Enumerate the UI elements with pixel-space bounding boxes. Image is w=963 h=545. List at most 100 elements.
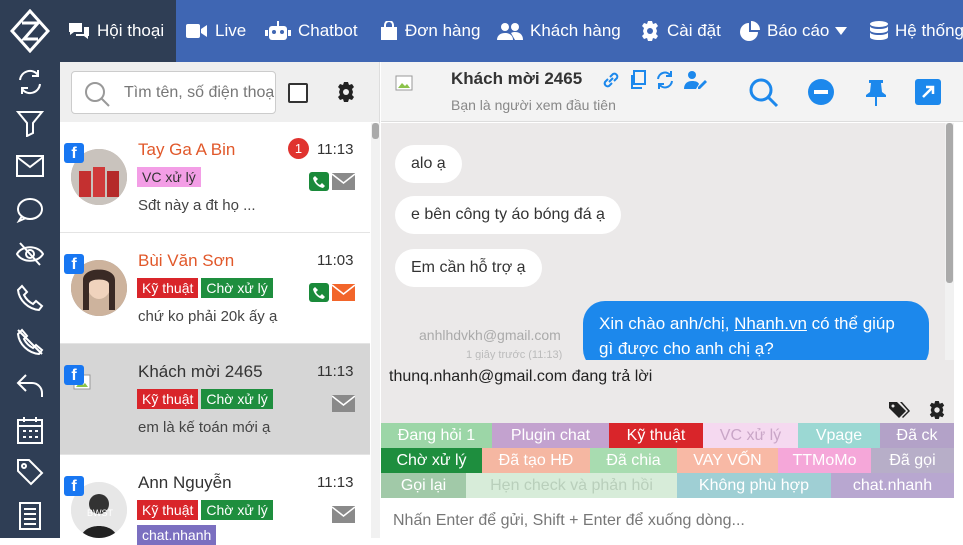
quick-tag-button[interactable]: Đang hỏi 1 bbox=[381, 423, 492, 448]
nav-conversations[interactable]: Hội thoại bbox=[60, 0, 176, 62]
nav-system[interactable]: Hệ thống bbox=[870, 0, 963, 62]
list-icon[interactable] bbox=[14, 500, 46, 532]
nav-orders[interactable]: Đơn hàng bbox=[380, 0, 480, 62]
nav-settings[interactable]: Cài đặt bbox=[640, 0, 721, 62]
message-time: 11:03 bbox=[317, 252, 354, 269]
mail-icon[interactable] bbox=[14, 150, 46, 182]
search-placeholder: Tìm tên, số điện thoại bbox=[124, 84, 274, 101]
tag-badge: Chờ xử lý bbox=[201, 500, 273, 520]
nav-label: Hệ thống bbox=[895, 21, 963, 40]
comment-icon[interactable] bbox=[14, 194, 46, 226]
refresh-icon[interactable] bbox=[14, 66, 46, 98]
outgoing-link[interactable]: Nhanh.vn bbox=[734, 314, 807, 333]
message-preview: em là kế toán mới ạ bbox=[138, 419, 271, 436]
tag-list: Kỹ thuật Chờ xử lý bbox=[137, 278, 273, 298]
conversation-item[interactable]: f BWST Ann Nguyễn 11:13 Kỹ thuật Chờ xử … bbox=[60, 455, 370, 545]
mail-icon[interactable] bbox=[332, 506, 355, 523]
sync-icon[interactable] bbox=[655, 70, 675, 90]
conversation-list-panel: Tìm tên, số điện thoại f Tay Ga A Bin 1 … bbox=[60, 62, 380, 545]
quick-tag-button[interactable]: Vpage bbox=[798, 423, 880, 448]
quick-tag-button[interactable]: Không phù hợp bbox=[677, 473, 831, 498]
bag-icon bbox=[381, 21, 397, 40]
tag-badge: Chờ xử lý bbox=[201, 278, 273, 298]
search-input[interactable]: Tìm tên, số điện thoại bbox=[71, 71, 276, 114]
nav-label: Live bbox=[215, 21, 247, 40]
quick-tag-button[interactable]: Gọi lại bbox=[381, 473, 466, 498]
select-all-checkbox[interactable] bbox=[288, 83, 308, 103]
calendar-icon[interactable] bbox=[14, 414, 46, 446]
outgoing-text: Xin chào anh/chị, bbox=[599, 314, 735, 333]
conversation-item[interactable]: f Bùi Văn Sơn 11:03 Kỹ thuật Chờ xử lý c… bbox=[60, 233, 370, 344]
quick-tag-button[interactable]: Đã gọi bbox=[871, 448, 954, 473]
tag-badge: Chờ xử lý bbox=[201, 389, 273, 409]
tag-badge: Kỹ thuật bbox=[137, 389, 199, 409]
mail-icon[interactable] bbox=[332, 173, 355, 190]
message-input-placeholder: Nhấn Enter để gửi, Shift + Enter để xuốn… bbox=[393, 512, 745, 529]
tag-list: Kỹ thuật Chờ xử lý bbox=[137, 500, 273, 520]
message-input[interactable]: Nhấn Enter để gửi, Shift + Enter để xuốn… bbox=[381, 498, 963, 538]
facebook-icon: f bbox=[64, 365, 84, 385]
outgoing-message: Xin chào anh/chị, Nhanh.vn có thể giúp g… bbox=[583, 301, 929, 360]
phone-icon[interactable] bbox=[14, 282, 46, 314]
nav-label: Khách hàng bbox=[530, 21, 621, 40]
user-edit-icon[interactable] bbox=[684, 70, 708, 90]
incoming-message: Em cần hỗ trợ ạ bbox=[395, 249, 542, 287]
nav-chatbot[interactable]: Chatbot bbox=[265, 0, 358, 62]
quick-tag-button[interactable]: Đã tạo HĐ bbox=[482, 448, 590, 473]
quick-tag-button[interactable]: Đã ck bbox=[880, 423, 954, 448]
quick-tag-button[interactable]: VAY VỐN bbox=[677, 448, 778, 473]
message-area: alo ạ e bên công ty áo bóng đá ạ Em cần … bbox=[381, 123, 954, 360]
phone-icon[interactable] bbox=[309, 172, 329, 191]
facebook-icon: f bbox=[64, 476, 84, 496]
message-time: 11:13 bbox=[317, 141, 354, 158]
eye-slash-icon[interactable] bbox=[14, 238, 46, 270]
gear-icon[interactable] bbox=[928, 401, 946, 419]
video-icon bbox=[186, 24, 207, 38]
quick-tag-button[interactable]: Hẹn check và phản hồi bbox=[466, 473, 677, 498]
phone-icon[interactable] bbox=[309, 283, 329, 302]
quick-tag-button[interactable]: Đã chia bbox=[590, 448, 677, 473]
search-row: Tìm tên, số điện thoại bbox=[60, 62, 379, 122]
mail-icon[interactable] bbox=[332, 284, 355, 301]
mail-icon[interactable] bbox=[332, 395, 355, 412]
contact-name: Khách mời 2465 bbox=[138, 362, 263, 381]
gear-icon[interactable] bbox=[336, 82, 356, 102]
quick-tag-button[interactable]: Plugin chat bbox=[492, 423, 609, 448]
phone-slash-icon[interactable] bbox=[14, 326, 46, 358]
message-time: 11:13 bbox=[317, 363, 354, 380]
pin-icon[interactable] bbox=[864, 78, 888, 106]
search-icon[interactable] bbox=[749, 78, 779, 108]
gear-icon bbox=[642, 21, 658, 41]
quick-tag-button[interactable]: Chờ xử lý bbox=[381, 448, 482, 473]
conversation-scrollbar[interactable] bbox=[371, 123, 380, 538]
sender-time: 1 giây trước (11:13) bbox=[466, 349, 563, 360]
unread-badge: 1 bbox=[288, 138, 309, 159]
tags-icon[interactable] bbox=[888, 401, 910, 419]
link-icon[interactable] bbox=[601, 70, 621, 90]
message-scrollbar[interactable] bbox=[945, 123, 954, 360]
conversation-item-selected[interactable]: f Khách mời 2465 11:13 Kỹ thuật Chờ xử l… bbox=[60, 344, 370, 455]
external-link-icon[interactable] bbox=[915, 79, 941, 105]
copy-icon[interactable] bbox=[629, 70, 647, 90]
conversation-item[interactable]: f Tay Ga A Bin 1 11:13 VC xử lý Sđt này … bbox=[60, 122, 370, 233]
reply-all-icon[interactable] bbox=[14, 370, 46, 402]
tags-icon[interactable] bbox=[14, 456, 46, 488]
app-logo[interactable] bbox=[0, 0, 60, 62]
chevron-down-icon bbox=[835, 27, 848, 35]
nav-live[interactable]: Live bbox=[186, 0, 246, 62]
quick-tag-button[interactable]: chat.nhanh bbox=[831, 473, 954, 498]
message-preview: chứ ko phải 20k ấy ạ bbox=[138, 308, 278, 325]
chat-icon bbox=[69, 23, 89, 39]
quick-tag-button[interactable]: Kỹ thuật bbox=[609, 423, 703, 448]
filter-icon[interactable] bbox=[14, 107, 46, 139]
chat-subtitle: Bạn là người xem đầu tiên bbox=[451, 97, 616, 113]
nav-customers[interactable]: Khách hàng bbox=[497, 0, 621, 62]
quick-tag-button[interactable]: VC xử lý bbox=[703, 423, 798, 448]
nav-reports[interactable]: Báo cáo bbox=[740, 0, 854, 62]
typing-indicator-bar: thunq.nhanh@gmail.com đang trả lời bbox=[381, 360, 954, 423]
svg-text:BWST: BWST bbox=[87, 508, 114, 518]
logo-icon bbox=[10, 9, 50, 53]
nav-label: Hội thoại bbox=[97, 21, 165, 40]
quick-tag-button[interactable]: TTMoMo bbox=[778, 448, 871, 473]
minus-circle-icon[interactable] bbox=[807, 78, 835, 106]
